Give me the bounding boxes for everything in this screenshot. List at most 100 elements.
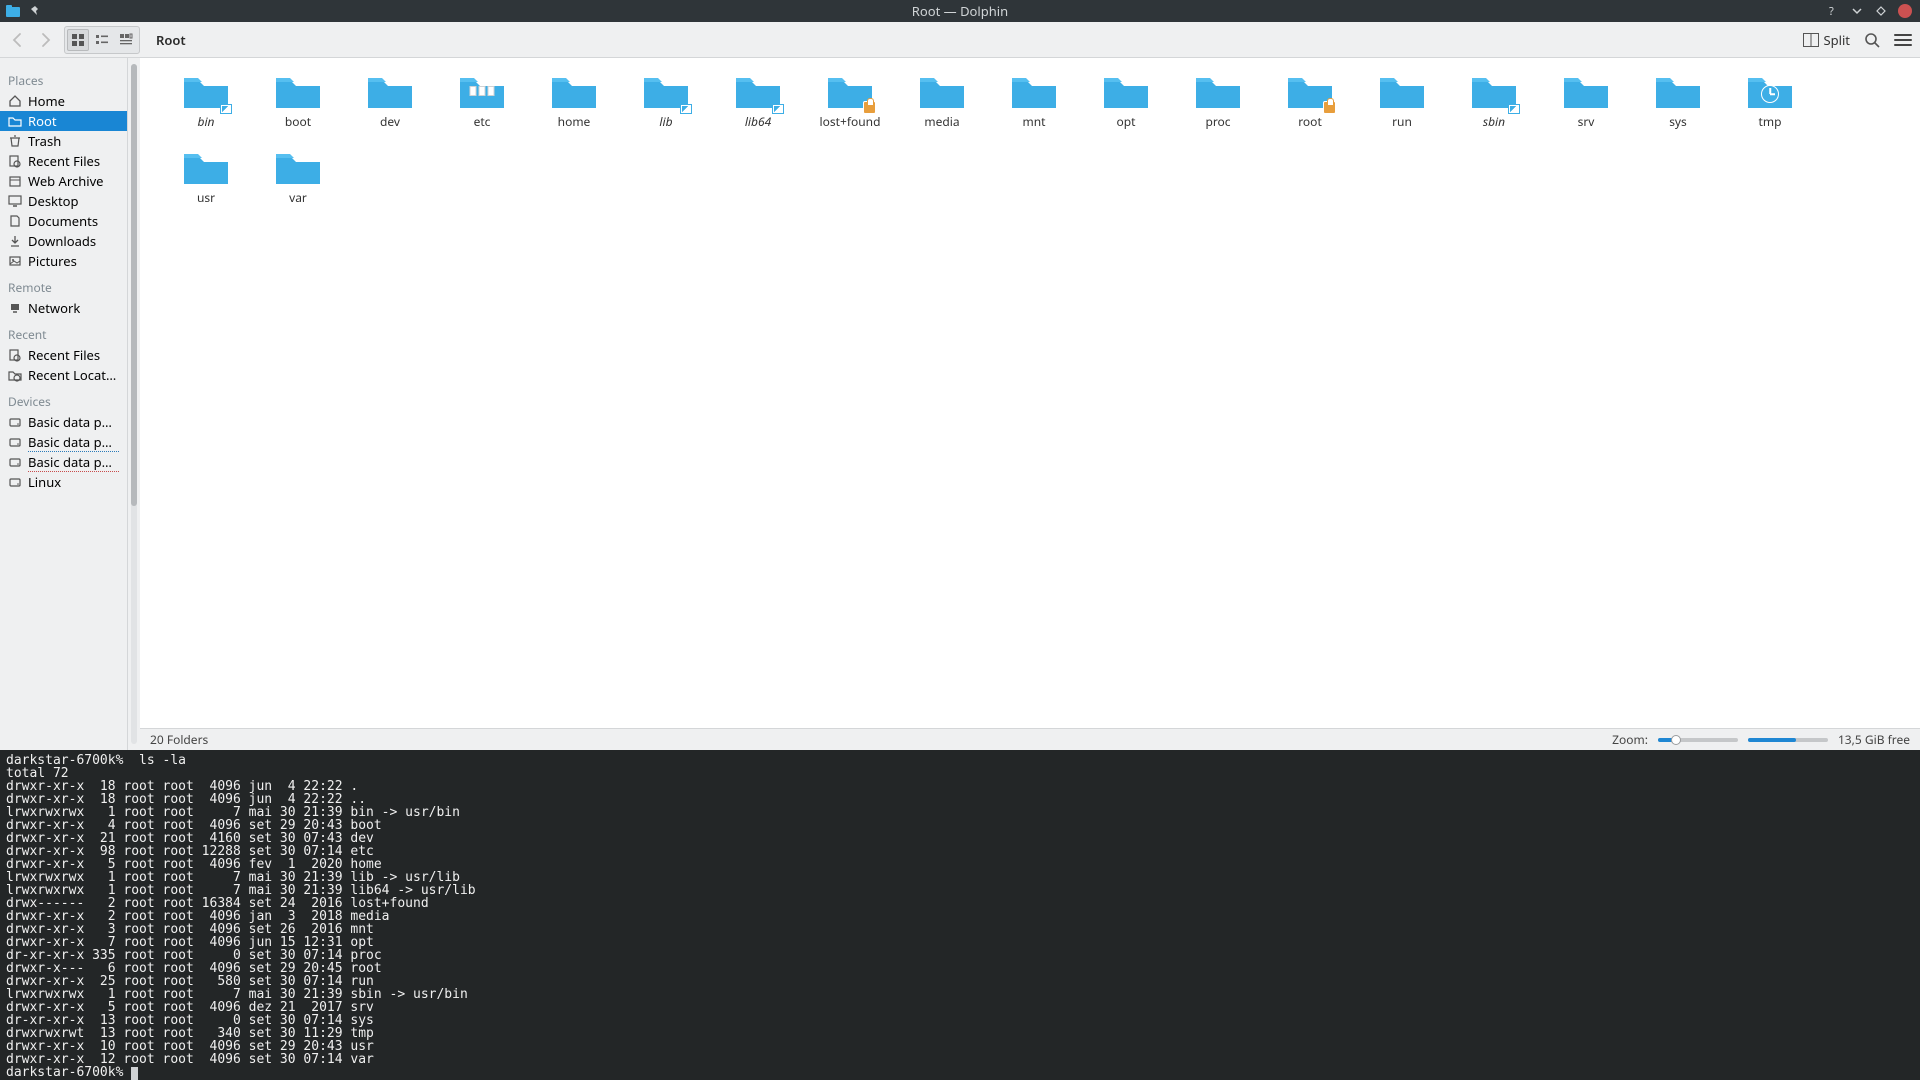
folder-icon — [274, 148, 322, 188]
folder-mnt[interactable]: mnt — [988, 72, 1080, 148]
sidebar-item-downloads[interactable]: Downloads — [0, 231, 127, 251]
folder-label: boot — [285, 115, 311, 128]
folder-root[interactable]: root — [1264, 72, 1356, 148]
split-button[interactable]: Split — [1803, 31, 1850, 49]
split-label: Split — [1823, 31, 1850, 49]
folder-icon — [1470, 72, 1518, 112]
folder-usr[interactable]: usr — [160, 148, 252, 224]
folder-icon — [826, 72, 874, 112]
sidebar-item-recent-files[interactable]: Recent Files — [0, 151, 127, 171]
folder-icon — [274, 72, 322, 112]
folder-icon — [1746, 72, 1794, 112]
folder-icon — [918, 72, 966, 112]
compact-view-button[interactable] — [91, 29, 113, 51]
folder-label: sys — [1669, 115, 1687, 128]
folder-opt[interactable]: opt — [1080, 72, 1172, 148]
sidebar-item-home[interactable]: Home — [0, 91, 127, 111]
folder-icon — [550, 72, 598, 112]
maximize-icon[interactable] — [1874, 4, 1888, 18]
menu-button[interactable] — [1894, 34, 1912, 46]
sidebar-item-label: Basic data partition — [28, 453, 119, 472]
sidebar-item-basic-data-partition[interactable]: Basic data partition — [0, 432, 127, 452]
breadcrumb[interactable]: Root — [156, 31, 186, 49]
sidebar-item-linux[interactable]: Linux — [0, 472, 127, 492]
disk-icon — [8, 455, 22, 469]
folder-label: proc — [1205, 115, 1230, 128]
svg-text:?: ? — [1829, 5, 1834, 17]
sidebar-item-network[interactable]: Network — [0, 298, 127, 318]
folder-icon — [1378, 72, 1426, 112]
folder-label: usr — [197, 191, 215, 204]
sidebar-item-basic-data-partition[interactable]: Basic data partition — [0, 452, 127, 472]
folder-sys[interactable]: sys — [1632, 72, 1724, 148]
folder-label: root — [1298, 115, 1322, 128]
forward-button[interactable] — [36, 30, 56, 50]
details-view-button[interactable] — [115, 29, 137, 51]
terminal-panel[interactable]: darkstar-6700k% ls -la total 72 drwxr-xr… — [0, 750, 1920, 1080]
folder-tmp[interactable]: tmp — [1724, 72, 1816, 148]
sidebar-item-label: Recent Files — [28, 152, 100, 170]
sidebar-scrollbar[interactable] — [131, 64, 137, 744]
folder-boot[interactable]: boot — [252, 72, 344, 148]
sidebar-item-recent-files[interactable]: Recent Files — [0, 345, 127, 365]
close-icon[interactable] — [1898, 4, 1912, 18]
folder-lost+found[interactable]: lost+found — [804, 72, 896, 148]
folder-media[interactable]: media — [896, 72, 988, 148]
sidebar-item-trash[interactable]: Trash — [0, 131, 127, 151]
terminal-cursor — [131, 1067, 138, 1080]
sidebar-item-label: Desktop — [28, 192, 79, 210]
folder-icon — [366, 72, 414, 112]
folder-sbin[interactable]: sbin — [1448, 72, 1540, 148]
trash-icon — [8, 134, 22, 148]
file-view: bin boot dev etc home lib lib64lost+found media… — [140, 58, 1920, 750]
folder-label: etc — [474, 115, 491, 128]
sidebar-item-root[interactable]: Root — [0, 111, 127, 131]
folder-label: lib — [659, 115, 672, 128]
folder-lib[interactable]: lib — [620, 72, 712, 148]
folder-label: home — [558, 115, 591, 128]
zoom-label: Zoom: — [1612, 731, 1648, 748]
folder-etc[interactable]: etc — [436, 72, 528, 148]
sidebar-item-label: Pictures — [28, 252, 77, 270]
folder-icon — [1194, 72, 1242, 112]
documents-icon — [8, 214, 22, 228]
folder-label: media — [924, 115, 959, 128]
sidebar-item-recent-locations[interactable]: Recent Locations — [0, 365, 127, 385]
disk-usage-bar — [1748, 738, 1828, 742]
sidebar-item-web-archive[interactable]: Web Archive — [0, 171, 127, 191]
folder-label: sbin — [1483, 115, 1505, 128]
folder-run[interactable]: run — [1356, 72, 1448, 148]
folder-var[interactable]: var — [252, 148, 344, 224]
folder-home[interactable]: home — [528, 72, 620, 148]
window-title: Root — Dolphin — [0, 2, 1920, 20]
sidebar-item-documents[interactable]: Documents — [0, 211, 127, 231]
folder-dev[interactable]: dev — [344, 72, 436, 148]
folder-lib64[interactable]: lib64 — [712, 72, 804, 148]
pictures-icon — [8, 254, 22, 268]
help-icon[interactable]: ? — [1826, 4, 1840, 18]
zoom-slider[interactable] — [1658, 738, 1738, 742]
folder-label: opt — [1117, 115, 1136, 128]
folder-label: srv — [1578, 115, 1595, 128]
icon-view-button[interactable] — [67, 29, 89, 51]
folder-proc[interactable]: proc — [1172, 72, 1264, 148]
minimize-icon[interactable] — [1850, 4, 1864, 18]
sidebar-item-label: Root — [28, 112, 57, 130]
folder-srv[interactable]: srv — [1540, 72, 1632, 148]
app-icon — [6, 4, 20, 18]
recent-icon — [8, 348, 22, 362]
toolbar: Root Split — [0, 22, 1920, 58]
folder-bin[interactable]: bin — [160, 72, 252, 148]
downloads-icon — [8, 234, 22, 248]
sidebar-item-label: Web Archive — [28, 172, 104, 190]
sidebar-item-desktop[interactable]: Desktop — [0, 191, 127, 211]
folder-icon — [1562, 72, 1610, 112]
back-button[interactable] — [8, 30, 28, 50]
status-bar: 20 Folders Zoom: 13,5 GiB free — [140, 728, 1920, 750]
pin-icon[interactable] — [28, 4, 42, 18]
search-button[interactable] — [1864, 32, 1880, 48]
sidebar-item-pictures[interactable]: Pictures — [0, 251, 127, 271]
folder-icon — [642, 72, 690, 112]
disk-icon — [8, 415, 22, 429]
sidebar-item-basic-data-partition[interactable]: Basic data partition — [0, 412, 127, 432]
